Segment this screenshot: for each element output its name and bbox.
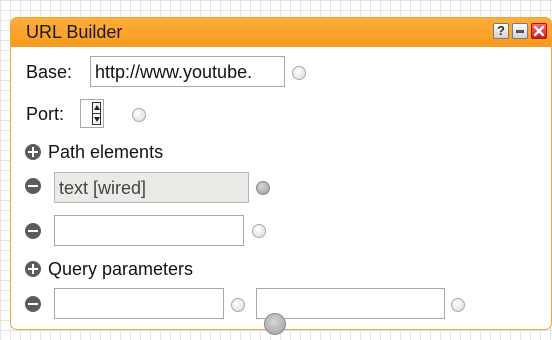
add-path-element-button[interactable] bbox=[25, 144, 41, 160]
remove-path-element-button[interactable] bbox=[25, 223, 41, 239]
base-input[interactable]: http://www.youtube. bbox=[90, 56, 285, 87]
close-icon bbox=[533, 25, 545, 37]
title-bar[interactable]: URL Builder ? bbox=[11, 18, 551, 47]
query-value-input[interactable] bbox=[256, 288, 445, 319]
query-key-port[interactable] bbox=[231, 298, 245, 312]
remove-query-parameter-button[interactable] bbox=[25, 296, 41, 312]
path-element-port[interactable] bbox=[256, 181, 270, 195]
port-stepper[interactable] bbox=[80, 99, 104, 128]
query-key-input[interactable] bbox=[54, 288, 224, 319]
query-value-port[interactable] bbox=[451, 298, 465, 312]
remove-path-element-button[interactable] bbox=[25, 178, 41, 194]
path-element-input[interactable] bbox=[54, 215, 244, 246]
stepper-arrows[interactable] bbox=[92, 102, 101, 125]
base-input-port[interactable] bbox=[292, 66, 306, 80]
path-element-input[interactable]: text [wired] bbox=[54, 172, 249, 203]
url-output-port[interactable] bbox=[264, 313, 286, 335]
port-input-port[interactable] bbox=[132, 108, 146, 122]
help-button[interactable]: ? bbox=[493, 23, 509, 39]
window-title: URL Builder bbox=[26, 22, 123, 42]
query-parameters-header: Query parameters bbox=[48, 259, 194, 279]
base-label: Base: bbox=[26, 62, 73, 82]
stepper-up-icon[interactable] bbox=[94, 105, 100, 110]
stepper-down-icon[interactable] bbox=[94, 117, 100, 122]
close-button[interactable] bbox=[531, 23, 547, 39]
path-elements-header: Path elements bbox=[48, 142, 164, 162]
port-label: Port: bbox=[26, 104, 65, 124]
add-query-parameter-button[interactable] bbox=[25, 261, 41, 277]
url-builder-window: URL Builder ? Base: http://www.youtube. … bbox=[10, 17, 552, 330]
minimize-button[interactable] bbox=[512, 23, 528, 39]
path-element-port[interactable] bbox=[252, 224, 266, 238]
